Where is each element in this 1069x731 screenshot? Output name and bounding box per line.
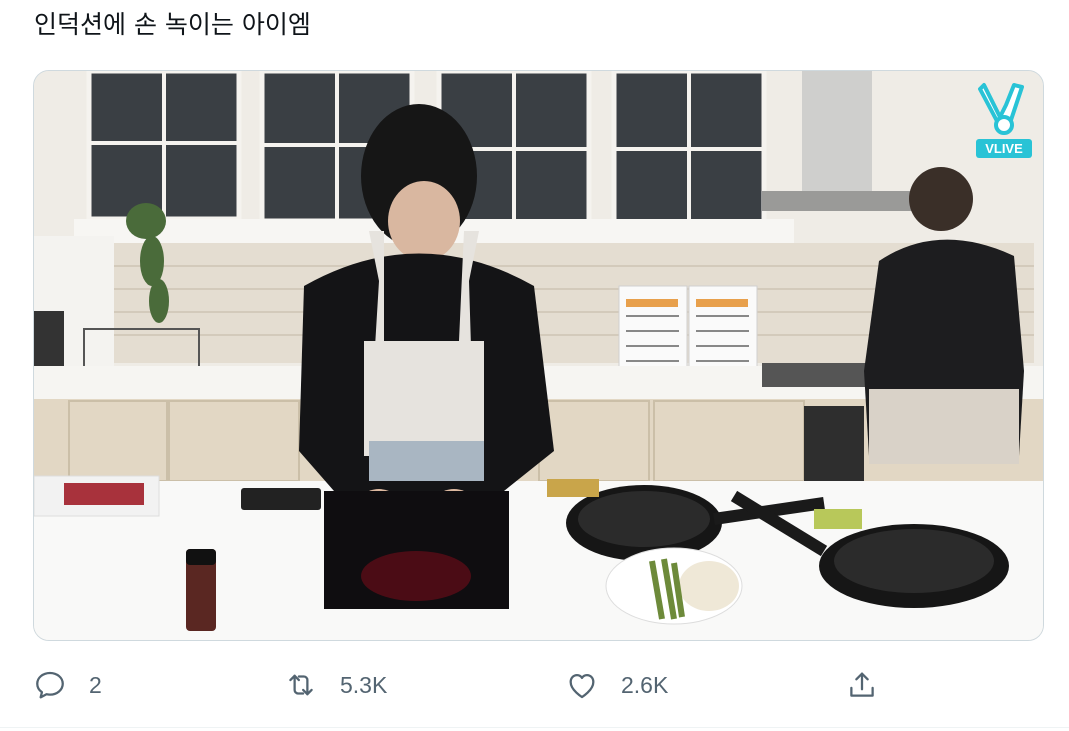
reply-button[interactable]: 2	[32, 664, 102, 706]
heart-icon	[564, 667, 600, 703]
retweet-count: 5.3K	[340, 671, 388, 698]
tweet-text: 인덕션에 손 녹이는 아이엠	[34, 10, 311, 39]
like-button[interactable]: 2.6K	[564, 664, 668, 706]
tweet: 인덕션에 손 녹이는 아이엠 VLIVE 2 5.3K 2.6K	[0, 0, 1069, 731]
share-icon	[844, 667, 880, 703]
like-count: 2.6K	[621, 671, 669, 698]
media-image	[34, 71, 1043, 640]
bottom-divider	[0, 727, 1069, 728]
reply-count: 2	[89, 671, 102, 698]
retweet-button[interactable]: 5.3K	[283, 664, 387, 706]
tweet-actions: 2 5.3K 2.6K	[0, 660, 1069, 710]
vlive-label: VLIVE	[976, 139, 1032, 158]
tweet-media[interactable]: VLIVE	[33, 70, 1044, 641]
vlive-logo: VLIVE	[976, 81, 1034, 159]
retweet-icon	[283, 667, 319, 703]
reply-icon	[32, 667, 68, 703]
share-button[interactable]	[844, 664, 880, 706]
